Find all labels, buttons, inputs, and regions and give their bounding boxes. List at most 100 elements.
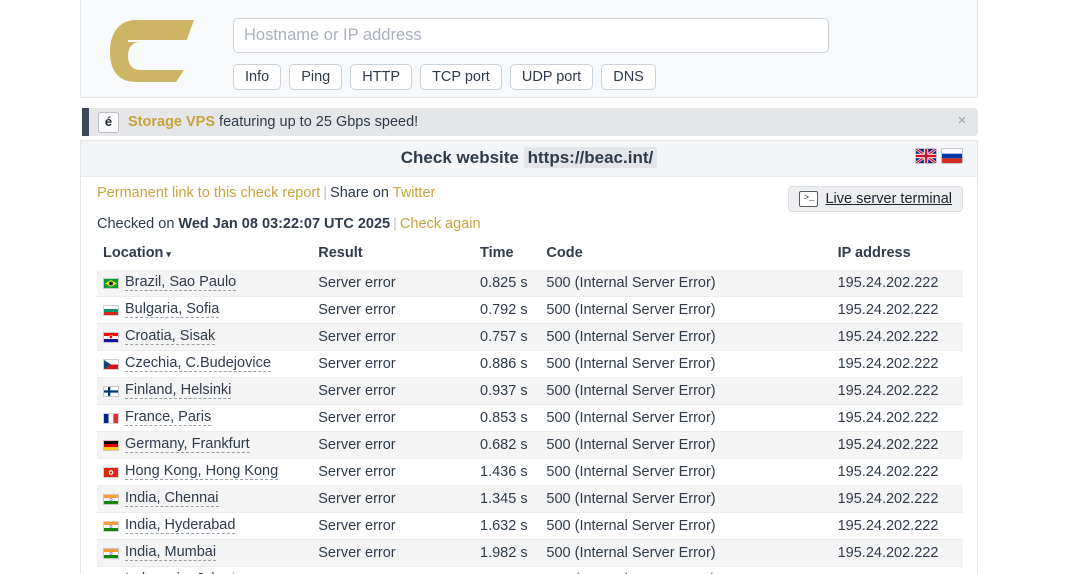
location-name-link[interactable]: France, Paris — [125, 410, 211, 426]
location-name-link[interactable]: Croatia, Sisak — [125, 329, 215, 345]
cell-location: Finland, Helsinki — [97, 378, 310, 405]
cell-location: Croatia, Sisak — [97, 324, 310, 351]
banner-text-rest: featuring up to 25 Gbps speed! — [215, 114, 418, 130]
search-input[interactable] — [233, 18, 829, 53]
cell-ip-address: 195.24.202.222 — [830, 297, 963, 324]
flag-bg-icon — [103, 305, 119, 316]
mode-button-dns[interactable]: DNS — [601, 64, 656, 90]
check-again-link[interactable]: Check again — [400, 216, 481, 232]
cell-time: 1.982 s — [472, 540, 538, 567]
flag-russian-icon[interactable] — [941, 148, 963, 164]
cell-time: 0.937 s — [472, 378, 538, 405]
close-icon[interactable]: × — [954, 113, 970, 129]
location-name-link[interactable]: Bulgaria, Sofia — [125, 302, 219, 318]
mode-button-udp-port[interactable]: UDP port — [510, 64, 593, 90]
table-row: Brazil, Sao Paulo Server error0.825 s500 … — [97, 270, 963, 297]
cell-ip-address: 195.24.202.222 — [830, 432, 963, 459]
location-cell-content: Hong Kong, Hong Kong — [103, 464, 310, 480]
cell-ip-address: 195.24.202.222 — [830, 567, 963, 574]
flag-fr-icon — [103, 413, 119, 424]
location-name-link[interactable]: Czechia, C.Budejovice — [125, 356, 271, 372]
column-header-result[interactable]: Result — [310, 245, 472, 270]
flag-in-icon — [103, 548, 119, 559]
cell-location: Hong Kong, Hong Kong — [97, 459, 310, 486]
cell-result: Server error — [310, 405, 472, 432]
column-header-time[interactable]: Time — [472, 245, 538, 270]
cell-time: 1.345 s — [472, 486, 538, 513]
cell-location: Indonesia, Jakarta — [97, 567, 310, 574]
cell-code: 500 (Internal Server Error) — [538, 405, 829, 432]
location-name-link[interactable]: India, Hyderabad — [125, 518, 235, 534]
cell-ip-address: 195.24.202.222 — [830, 486, 963, 513]
column-header-ip-address[interactable]: IP address — [830, 245, 963, 270]
flag-fi-icon — [103, 386, 119, 397]
cell-result: Server error — [310, 270, 472, 297]
cell-time: 0.792 s — [472, 297, 538, 324]
share-prefix: Share on — [330, 185, 393, 201]
flag-in-icon — [103, 494, 119, 505]
location-cell-content: Croatia, Sisak — [103, 329, 310, 345]
cell-time: 0.682 s — [472, 432, 538, 459]
flag-cz-icon — [103, 359, 119, 370]
flag-in-icon — [103, 521, 119, 532]
column-header-location[interactable]: Location▾ — [97, 245, 310, 270]
cell-code: 500 (Internal Server Error) — [538, 540, 829, 567]
column-header-code[interactable]: Code — [538, 245, 829, 270]
language-switcher — [915, 148, 963, 164]
cell-location: India, Chennai — [97, 486, 310, 513]
table-header-row: Location▾ Result Time Code IP address — [97, 245, 963, 270]
cell-code: 500 (Internal Server Error) — [538, 378, 829, 405]
location-cell-content: Brazil, Sao Paulo — [103, 275, 310, 291]
cell-code: 500 (Internal Server Error) — [538, 270, 829, 297]
cell-code: 500 (Internal Server Error) — [538, 513, 829, 540]
results-table-head: Location▾ Result Time Code IP address — [97, 245, 963, 270]
cell-result: Server error — [310, 324, 472, 351]
check-report-panel: Check website https://beac.int/ — [80, 140, 978, 574]
permanent-link[interactable]: Permanent link to this check report — [97, 185, 320, 201]
location-name-link[interactable]: Germany, Frankfurt — [125, 437, 250, 453]
terminal-icon: >_ — [799, 191, 818, 207]
mode-button-tcp-port[interactable]: TCP port — [420, 64, 502, 90]
mode-button-ping[interactable]: Ping — [289, 64, 342, 90]
page-root: Info Ping HTTP TCP port UDP port DNS é S… — [0, 0, 1066, 574]
report-title-bar: Check website https://beac.int/ — [81, 141, 977, 177]
mode-button-info[interactable]: Info — [233, 64, 281, 90]
promo-banner[interactable]: é Storage VPS featuring up to 25 Gbps sp… — [82, 108, 978, 136]
cell-result: Server error — [310, 540, 472, 567]
table-row: India, Chennai Server error1.345 s500 (In… — [97, 486, 963, 513]
cell-time: 0.825 s — [472, 270, 538, 297]
cell-code: 500 (Internal Server Error) — [538, 324, 829, 351]
cell-location: India, Mumbai — [97, 540, 310, 567]
cell-time: 1.632 s — [472, 513, 538, 540]
site-header: Info Ping HTTP TCP port UDP port DNS — [80, 0, 978, 98]
page-title-url: https://beac.int/ — [524, 147, 658, 168]
cell-ip-address: 195.24.202.222 — [830, 324, 963, 351]
cell-code: 500 (Internal Server Error) — [538, 486, 829, 513]
location-name-link[interactable]: Hong Kong, Hong Kong — [125, 464, 278, 480]
location-name-link[interactable]: Brazil, Sao Paulo — [125, 275, 236, 291]
flag-english-icon[interactable] — [915, 148, 937, 164]
location-name-link[interactable]: India, Chennai — [125, 491, 219, 507]
location-cell-content: Germany, Frankfurt — [103, 437, 310, 453]
location-name-link[interactable]: India, Mumbai — [125, 545, 216, 561]
column-header-location-label: Location — [103, 245, 163, 261]
location-name-link[interactable]: Finland, Helsinki — [125, 383, 231, 399]
banner-accent-bar — [82, 108, 89, 136]
cell-time: 0.853 s — [472, 405, 538, 432]
cell-result: Server error — [310, 486, 472, 513]
check-again-separator: | — [390, 216, 400, 232]
cell-result: Server error — [310, 513, 472, 540]
flag-hr-icon — [103, 332, 119, 343]
mode-button-http[interactable]: HTTP — [350, 64, 412, 90]
live-server-terminal-button[interactable]: >_ Live server terminal — [788, 186, 963, 212]
check-host-logo-c[interactable] — [106, 12, 202, 86]
cell-ip-address: 195.24.202.222 — [830, 405, 963, 432]
table-row: Bulgaria, SofiaServer error0.792 s500 (I… — [97, 297, 963, 324]
cell-time: 1.268 s — [472, 567, 538, 574]
checked-on-row: Checked on Wed Jan 08 03:22:07 UTC 2025|… — [97, 216, 481, 232]
cell-result: Server error — [310, 378, 472, 405]
share-twitter-link[interactable]: Twitter — [393, 185, 436, 201]
location-cell-content: India, Chennai — [103, 491, 310, 507]
cell-code: 500 (Internal Server Error) — [538, 297, 829, 324]
cell-ip-address: 195.24.202.222 — [830, 513, 963, 540]
